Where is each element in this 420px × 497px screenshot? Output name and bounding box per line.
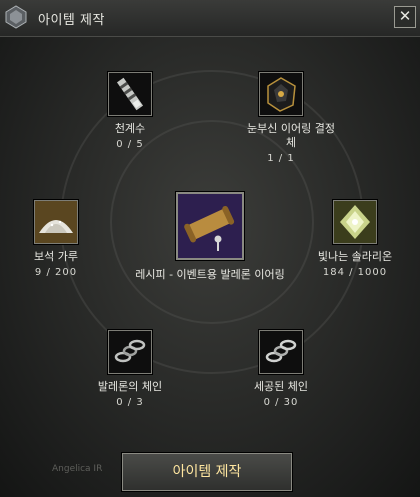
- material-name: 세공된 체인: [253, 380, 309, 393]
- shining-crystal-icon[interactable]: [333, 200, 377, 244]
- window-logo-icon: [4, 4, 28, 30]
- material-item: 눈부신 이어링 결정체 1 / 1: [206, 72, 356, 164]
- recipe-scroll-icon[interactable]: [176, 192, 244, 260]
- crafting-window: 아이템 제작 ✕ 천계수 0 / 5 눈부신 이어링 결정체 1 / 1 보석 …: [0, 0, 420, 497]
- material-item: 발레론의 체인 0 / 3: [55, 330, 205, 408]
- material-name: 발레론의 체인: [97, 380, 163, 393]
- material-count: 0 / 30: [263, 397, 299, 408]
- chain-icon[interactable]: [108, 330, 152, 374]
- material-item: 세공된 체인 0 / 30: [206, 330, 356, 408]
- material-name: 천계수: [114, 122, 146, 135]
- background-text: Angelica IR: [52, 464, 103, 474]
- recipe-item: 레시피 - 이벤트용 발레론 이어링: [105, 192, 315, 282]
- material-item: 천계수 0 / 5: [55, 72, 205, 150]
- material-count: 0 / 3: [116, 397, 144, 408]
- material-count: 0 / 5: [116, 139, 144, 150]
- chain-icon[interactable]: [259, 330, 303, 374]
- bottle-icon[interactable]: [108, 72, 152, 116]
- window-title: 아이템 제작: [38, 13, 105, 28]
- material-count: 1 / 1: [267, 153, 295, 164]
- title-bar[interactable]: 아이템 제작 ✕: [0, 0, 420, 37]
- recipe-name: 레시피 - 이벤트용 발레론 이어링: [135, 268, 285, 281]
- close-button[interactable]: ✕: [394, 6, 416, 28]
- black-crystal-icon[interactable]: [259, 72, 303, 116]
- gem-powder-icon[interactable]: [34, 200, 78, 244]
- material-name: 눈부신 이어링 결정체: [247, 122, 335, 149]
- craft-item-button[interactable]: 아이템 제작: [122, 453, 292, 491]
